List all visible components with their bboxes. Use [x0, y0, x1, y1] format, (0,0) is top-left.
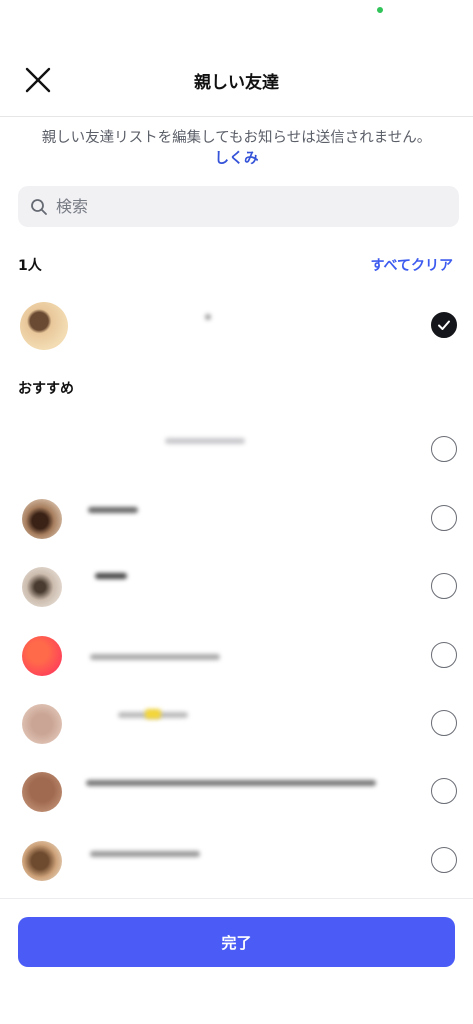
done-button[interactable]: 完了 [18, 917, 455, 967]
selected-friend-row[interactable] [0, 294, 473, 358]
select-radio[interactable] [431, 573, 457, 599]
avatar [22, 704, 62, 744]
friend-name-blurred [165, 438, 245, 444]
search-bar[interactable] [18, 186, 459, 227]
select-radio[interactable] [431, 847, 457, 873]
select-radio[interactable] [431, 436, 457, 462]
friend-name-blurred [86, 780, 376, 786]
list-item[interactable] [0, 418, 473, 482]
friend-name-blurred [205, 314, 211, 320]
page-title: 親しい友達 [194, 73, 279, 93]
friend-name-blurred [90, 654, 220, 660]
avatar [22, 841, 62, 881]
select-radio[interactable] [431, 642, 457, 668]
select-radio[interactable] [431, 778, 457, 804]
avatar [22, 636, 62, 676]
selected-checkbox[interactable] [431, 312, 457, 338]
list-item[interactable] [0, 555, 473, 619]
clear-all-button[interactable]: すべてクリア [371, 255, 453, 275]
friend-name-emoji-blurred [145, 709, 161, 719]
recommended-label: おすすめ [18, 381, 74, 397]
friend-name-blurred [95, 573, 127, 579]
select-radio[interactable] [431, 505, 457, 531]
list-item[interactable] [0, 760, 473, 824]
selected-count-label: 1人 [18, 258, 42, 274]
list-item[interactable] [0, 624, 473, 688]
select-radio[interactable] [431, 710, 457, 736]
friend-name-blurred [90, 851, 200, 857]
checkmark-icon [438, 320, 450, 330]
list-item[interactable] [0, 487, 473, 551]
how-it-works-link[interactable]: しくみ [214, 151, 258, 167]
friend-name-blurred [88, 507, 138, 513]
avatar [22, 772, 62, 812]
notice-text: 親しい友達リストを編集してもお知らせは送信されません。 しくみ [40, 128, 433, 170]
search-icon [31, 198, 47, 215]
footer-divider [0, 898, 473, 899]
avatar [22, 567, 62, 607]
avatar [22, 499, 62, 539]
notice-body: 親しい友達リストを編集してもお知らせは送信されません。 [41, 130, 432, 146]
avatar [20, 302, 68, 350]
list-item[interactable] [0, 829, 473, 893]
status-indicator-dot [377, 7, 383, 13]
header: 親しい友達 [0, 44, 473, 117]
search-input[interactable] [54, 196, 438, 217]
list-item[interactable] [0, 692, 473, 756]
